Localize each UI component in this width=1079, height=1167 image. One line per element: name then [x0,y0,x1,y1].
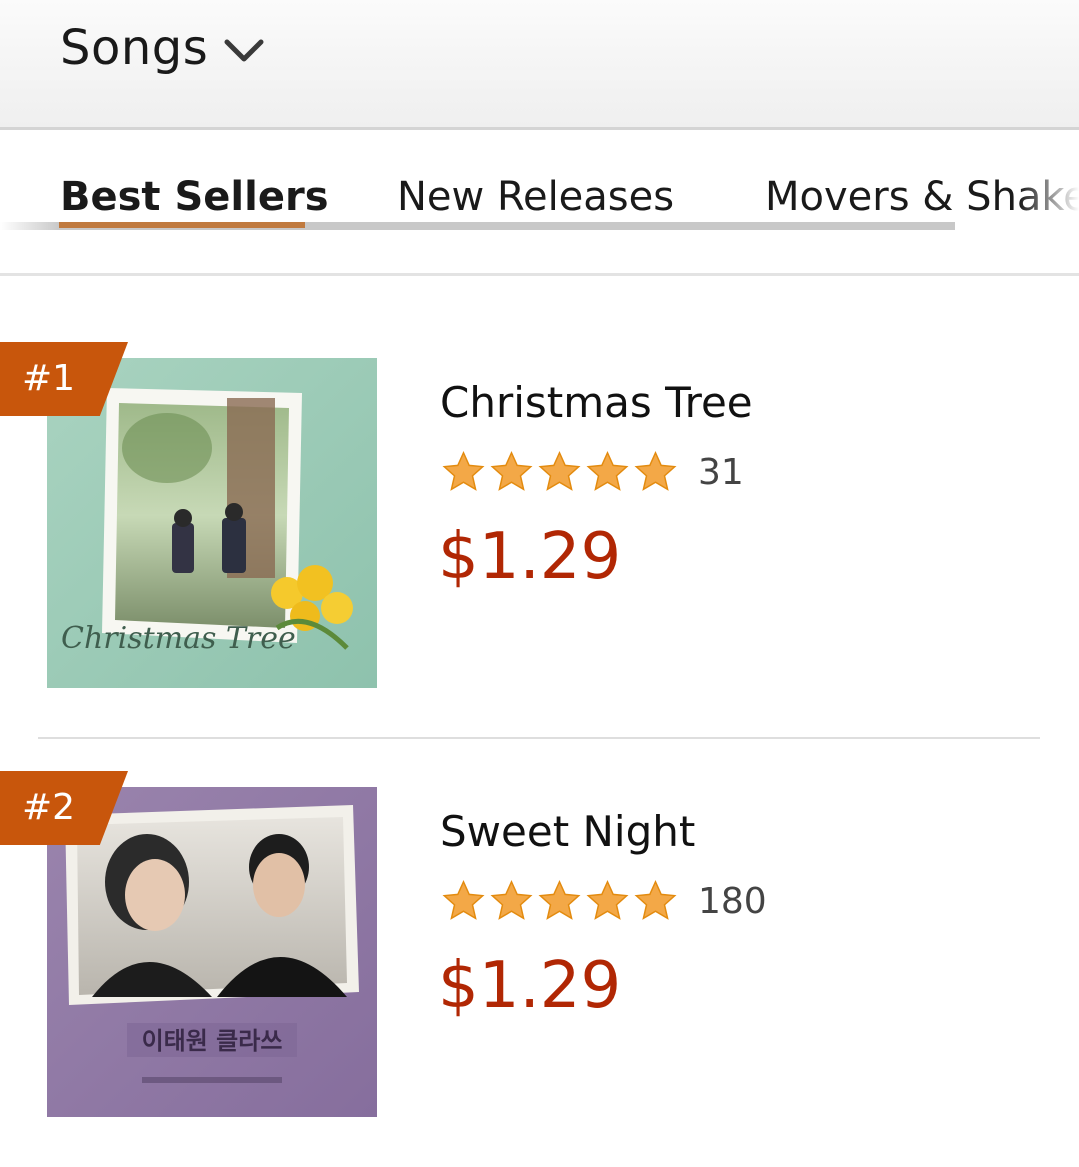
price: $1.29 [438,949,622,1023]
star-icon [490,879,533,920]
list-item[interactable]: Christmas Tree #1 Christmas Tree 31 $1.2… [0,342,1079,738]
list-item[interactable]: 이태원 클라쓰 #2 Sweet Night 180 $1.29 [0,771,1079,1167]
star-icon [634,450,677,491]
album-art-caption: 이태원 클라쓰 [142,1027,283,1055]
divider [38,737,1040,739]
star-icon [586,879,629,920]
tab-fade-edge [1019,130,1079,275]
category-label: Songs [60,20,209,76]
tab-new-releases[interactable]: New Releases [397,174,674,220]
rating[interactable]: 31 [440,450,744,494]
star-rating [440,450,680,494]
song-title[interactable]: Sweet Night [440,807,695,856]
review-count[interactable]: 31 [698,452,744,493]
tab-best-sellers[interactable]: Best Sellers [60,174,329,220]
chevron-down-icon [224,39,264,62]
star-icon [586,450,629,491]
album-art-caption: Christmas Tree [61,621,296,656]
price: $1.29 [438,520,622,594]
review-count[interactable]: 180 [698,881,767,922]
star-icon [442,879,485,920]
rating[interactable]: 180 [440,879,767,923]
song-title[interactable]: Christmas Tree [440,378,753,427]
header-bar: Songs [0,0,1079,130]
tab-bar: Best Sellers New Releases Movers & Shake… [0,130,1079,275]
star-rating [440,879,680,923]
star-icon [634,879,677,920]
star-icon [538,450,581,491]
star-icon [490,450,533,491]
star-icon [538,879,581,920]
active-tab-indicator [59,222,305,228]
star-icon [442,450,485,491]
category-dropdown[interactable]: Songs [60,20,264,76]
divider [0,273,1079,276]
